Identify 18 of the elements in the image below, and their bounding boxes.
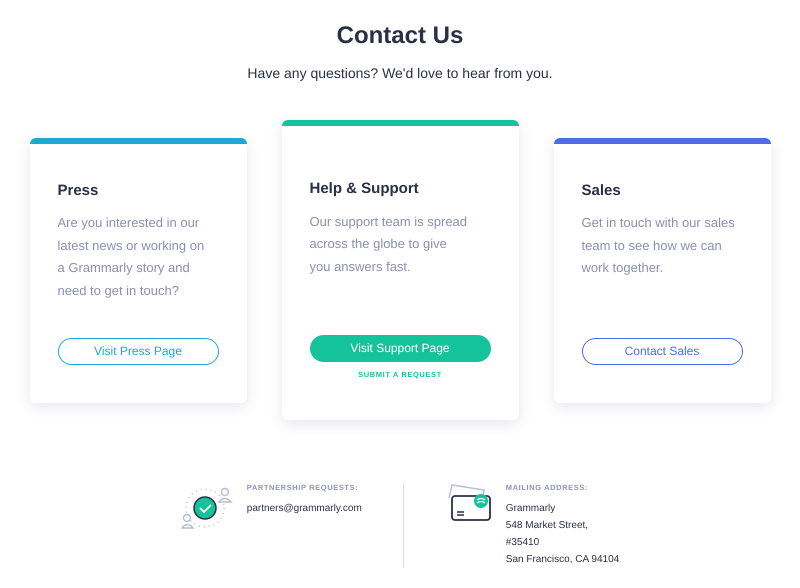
card-button[interactable]: Visit Support Page — [310, 334, 490, 362]
page-title: Contact Us — [336, 21, 464, 51]
page-subtitle: Have any questions? We'd love to hear from you. — [247, 64, 553, 83]
footer-text: San Francisco, CA 94104 — [506, 553, 620, 568]
card-button[interactable]: Contact Sales — [582, 338, 742, 364]
footer-text: 548 Market Street, — [506, 519, 590, 534]
card-envelope-icon — [446, 484, 492, 522]
card-title: Press — [58, 180, 100, 200]
card-title: Help & Support — [310, 179, 420, 199]
card-button[interactable]: Visit Press Page — [58, 338, 218, 364]
footer-text: Grammarly — [506, 502, 556, 516]
people-check-icon — [180, 485, 233, 531]
card-description: Are you interested in our latest news or working on a Grammarly story and need to get in touch? — [58, 214, 206, 300]
card-description: Get in touch with our sales team to see how we can work together. — [582, 214, 736, 277]
footer-text: #35410 — [506, 536, 540, 550]
card-title: Sales — [582, 180, 622, 200]
footer-text: partners@grammarly.com — [246, 502, 362, 516]
card-description: Our support team is spread across the globe to give you answers fast. — [310, 212, 468, 276]
